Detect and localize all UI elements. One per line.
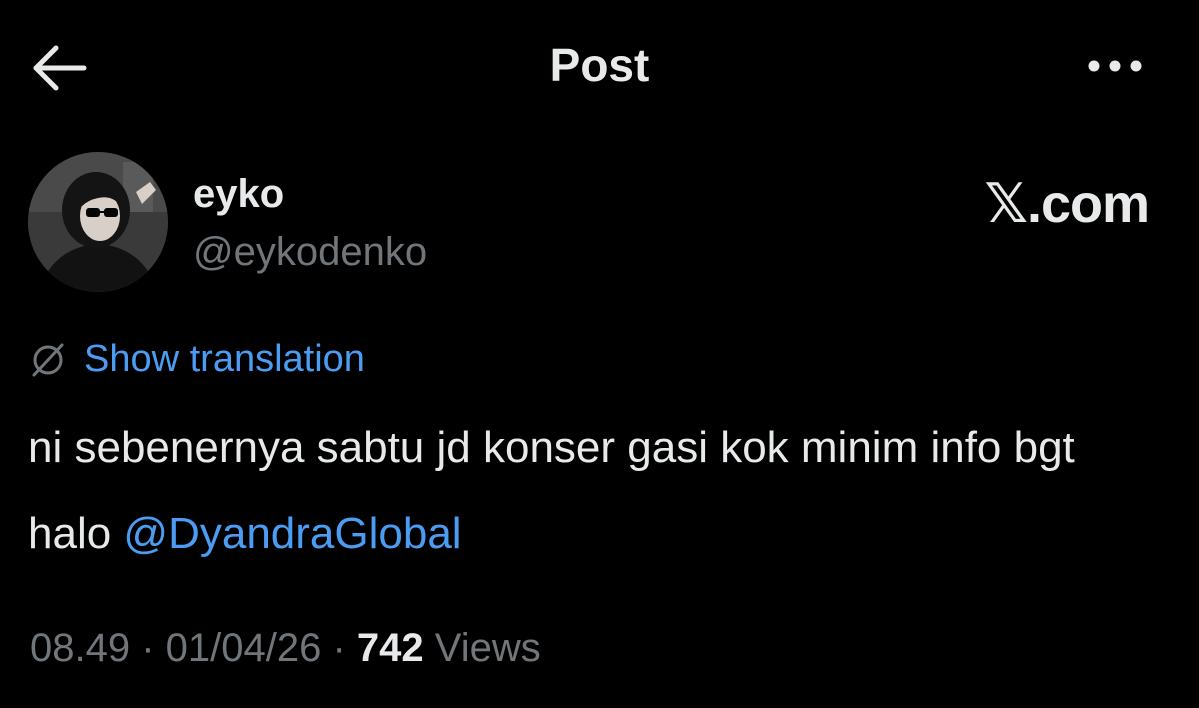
more-options-button[interactable] [1080,46,1150,86]
show-translation-label: Show translation [84,337,365,380]
author-display-name[interactable]: eyko [193,172,284,217]
mention-link[interactable]: @DyandraGlobal [123,509,461,558]
post-meta: 08.49 · 01/04/26 · 742 Views [30,626,541,671]
more-horizontal-icon [1088,60,1142,72]
meta-separator: · [321,626,357,670]
arrow-left-icon [33,45,87,91]
post-text: ni sebenernya sabtu jd konser gasi kok m… [28,405,1168,577]
meta-separator: · [130,626,166,670]
avatar[interactable] [28,152,168,292]
top-bar: Post [0,0,1199,130]
back-button[interactable] [30,40,90,96]
globe-slash-icon [32,343,64,377]
page-title: Post [549,39,650,91]
brand-logo: 𝕏.com [984,174,1150,234]
views-count: 742 [356,626,424,670]
author-handle[interactable]: @eykodenko [193,230,427,275]
views-label: Views [434,626,541,670]
profile-photo [28,152,168,292]
post-time[interactable]: 08.49 [30,626,130,670]
show-translation-link[interactable]: Show translation [28,334,365,384]
post-date[interactable]: 01/04/26 [166,626,322,670]
